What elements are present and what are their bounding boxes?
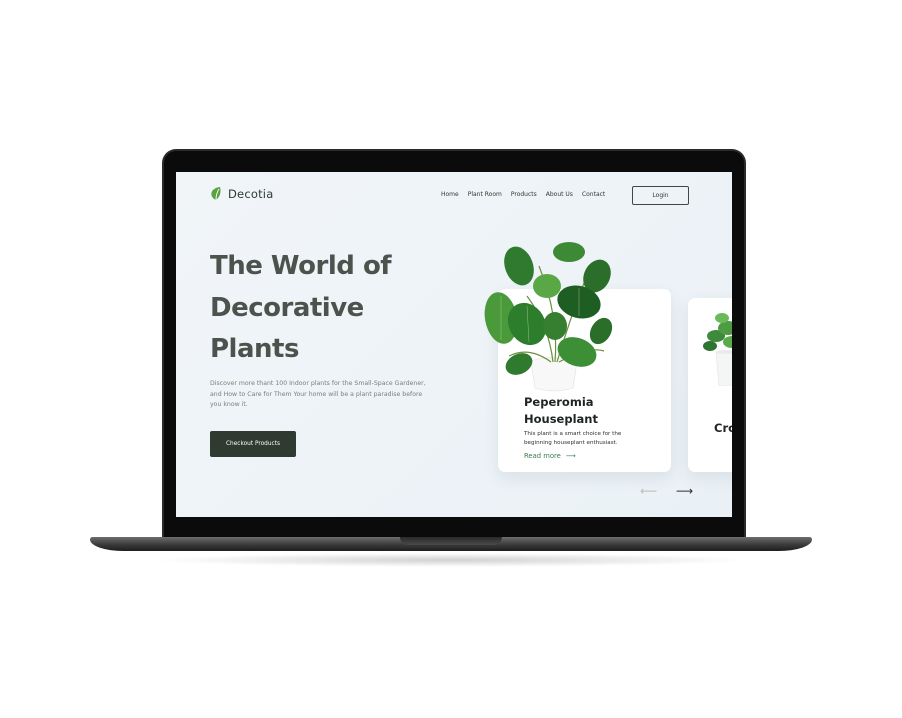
nav-contact[interactable]: Contact [582,191,605,198]
card-description: This plant is a smart choice for the beg… [524,431,622,446]
nav-plant-room[interactable]: Plant Room [468,191,502,198]
nav-products[interactable]: Products [511,191,537,198]
hero-description: Discover more thant 100 Indoor plants fo… [210,380,426,408]
plant-image [484,242,613,392]
arrow-right-icon[interactable]: ⟶ [676,485,693,497]
hero-title: The World of Decorative Plants [210,246,440,371]
arrow-right-icon: ⟶ [565,452,576,460]
leaf-icon [211,187,221,201]
brand-name: Decotia [228,187,274,201]
arrow-left-icon[interactable]: ⟵ [640,485,657,497]
plant-image [703,313,732,386]
read-more-link[interactable]: Read more ⟶ [524,452,576,460]
checkout-products-button[interactable]: Checkout Products [210,431,296,457]
hero-title-line: Decorative [210,292,364,323]
nav-about-us[interactable]: About Us [546,191,573,198]
laptop-shadow [150,553,752,567]
read-more-label: Read more [524,452,561,460]
hero-title-line: The World of [210,251,392,281]
laptop-notch [400,537,502,545]
card-title: Cro Hou [714,421,732,435]
main-nav: Home Plant Room Products About Us Contac… [441,191,605,198]
card-title: Peperomia Houseplant [524,395,598,426]
website-screen: Decotia Home Plant Room Products About U… [176,172,732,517]
brand[interactable]: Decotia [210,187,273,201]
hero-title-line: Plants [210,334,299,364]
nav-home[interactable]: Home [441,191,459,198]
login-button[interactable]: Login [632,186,689,205]
